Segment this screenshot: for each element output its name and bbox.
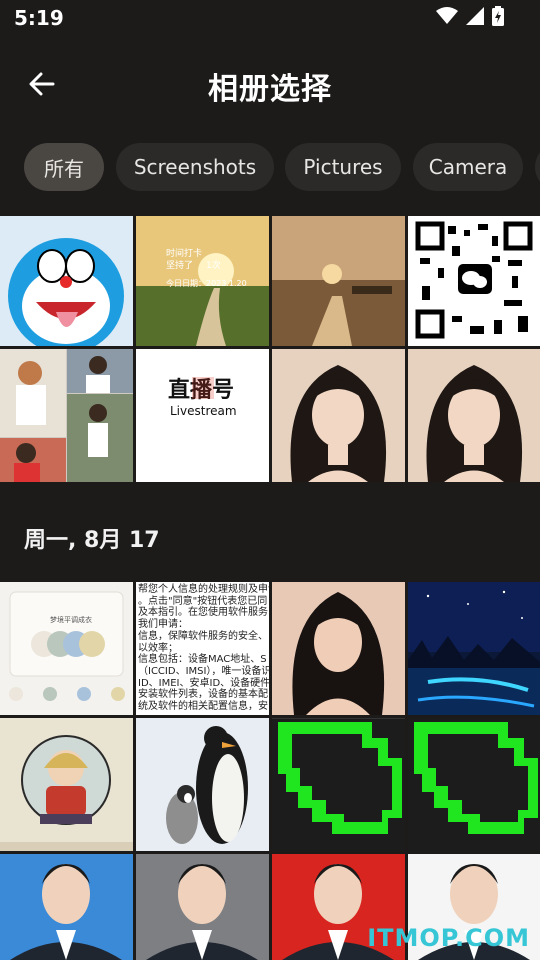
photo-thumb-id-gray[interactable] [136, 854, 269, 960]
photo-thumb-checkin-poster[interactable]: 时间打卡 坚持了 1次 今日日期：2023.1.20 [136, 216, 269, 346]
photo-thumb-privacy-doc[interactable]: 帮您个人信息的处理规则及申请 。点击"同意"按钮代表您已同 及本指引。在您使用软… [136, 582, 269, 715]
doc-line: 帮您个人信息的处理规则及申请 [138, 584, 269, 595]
photo-thumb-meme-collage[interactable] [0, 349, 133, 482]
sunset-path-image: 时间打卡 坚持了 1次 今日日期：2023.1.20 [136, 216, 269, 346]
photo-thumb-livestream-logo[interactable]: 直播号 Livestream [136, 349, 269, 482]
doc-line: 以效率； [138, 642, 178, 654]
doc-line: ID、IMEI、安卓ID、设备硬件 [138, 677, 269, 689]
portrait-woman-image [292, 592, 385, 715]
tab-camera[interactable]: Camera [413, 143, 523, 191]
doc-line: （ICCID、IMSI），唯一设备识 [138, 665, 269, 677]
photo-thumb-cartoon-card[interactable] [0, 718, 133, 851]
doc-line: 安装软件列表，设备的基本配 [138, 689, 268, 701]
wifi-icon [436, 7, 458, 24]
photo-grid-aug17: 梦境平调成衣 帮您个人信息的处理规则及申请 。点击"同意"按钮代表您已同 及本指… [0, 582, 540, 960]
status-icons [436, 6, 504, 26]
lake-sunset-image [272, 216, 405, 346]
poster1-line4: 今日日期：2023.1.20 [166, 278, 247, 288]
photo-grid-recent: 时间打卡 坚持了 1次 今日日期：2023.1.20 直播号 Livestrea… [0, 216, 540, 482]
tab-pictures[interactable]: Pictures [285, 143, 401, 191]
id-photo-image [146, 864, 258, 960]
green-pixel-shape-image [272, 718, 405, 834]
photo-thumb-green-pixel-2[interactable] [408, 718, 540, 851]
photo-thumb-id-blue[interactable] [0, 854, 133, 960]
photo-thumb-color-palette[interactable]: 梦境平调成衣 [0, 582, 133, 715]
doc-line: 信息，保障软件服务的安全、 [138, 630, 268, 642]
green-pixel-shape-image [414, 722, 538, 834]
meme-collage-image [0, 349, 133, 482]
photo-thumb-lake-poster[interactable] [272, 216, 405, 346]
doc-line: 。点击"同意"按钮代表您已同 [138, 595, 268, 607]
photo-thumb-green-pixel-1[interactable] [272, 718, 405, 851]
photo-thumb-night-lake[interactable] [408, 582, 540, 715]
photo-thumb-penguins[interactable] [136, 718, 269, 851]
poster1-line2: 坚持了 [166, 259, 193, 271]
watermark: ITMOP.COM [367, 924, 530, 952]
doraemon-image [8, 238, 124, 346]
tab-more-partial[interactable] [535, 143, 540, 191]
poster1-line3: 1次 [206, 259, 221, 271]
album-tabs: 所有 Screenshots Pictures Camera [0, 143, 540, 193]
status-bar: 5:19 [0, 0, 540, 40]
palette-title: 梦境平调成衣 [50, 615, 92, 624]
cartoon-boy-image [0, 735, 133, 851]
starry-lake-image [408, 582, 540, 715]
privacy-doc-text: 帮您个人信息的处理规则及申请 。点击"同意"按钮代表您已同 及本指引。在您使用软… [136, 582, 269, 713]
id-photo-image [10, 864, 122, 960]
photo-thumb-qr-code[interactable] [408, 216, 540, 346]
photo-thumb-portrait-3[interactable] [272, 582, 405, 715]
battery-icon [492, 6, 504, 26]
portrait-woman-image [426, 365, 523, 482]
status-time: 5:19 [14, 6, 64, 30]
signal-icon [466, 7, 484, 25]
portrait-woman-image [290, 365, 387, 482]
tab-screenshots[interactable]: Screenshots [116, 143, 274, 191]
doc-line: 我们申请： [138, 619, 188, 631]
wechat-qr-image [415, 221, 533, 339]
live-sub-text: Livestream [170, 404, 237, 418]
doc-line: 信息包括：设备MAC地址、S [138, 654, 267, 666]
top-app-bar: 相册选择 [0, 50, 540, 120]
section-date-header: 周一, 8月 17 [24, 528, 160, 553]
photo-thumb-doraemon[interactable] [0, 216, 133, 346]
doc-line: 及本指引。在您使用软件服务 [138, 607, 268, 619]
tab-all[interactable]: 所有 [24, 143, 104, 191]
poster1-line1: 时间打卡 [166, 247, 202, 259]
doc-line: 统及软件的相关配置信息，安 [138, 701, 268, 713]
livestream-logo-image: 直播号 Livestream [168, 377, 237, 418]
page-title: 相册选择 [208, 72, 332, 107]
photo-thumb-portrait-2[interactable] [408, 349, 540, 482]
color-palette-image: 梦境平调成衣 [9, 591, 125, 701]
photo-thumb-portrait-1[interactable] [272, 349, 405, 482]
penguins-image [166, 726, 248, 844]
